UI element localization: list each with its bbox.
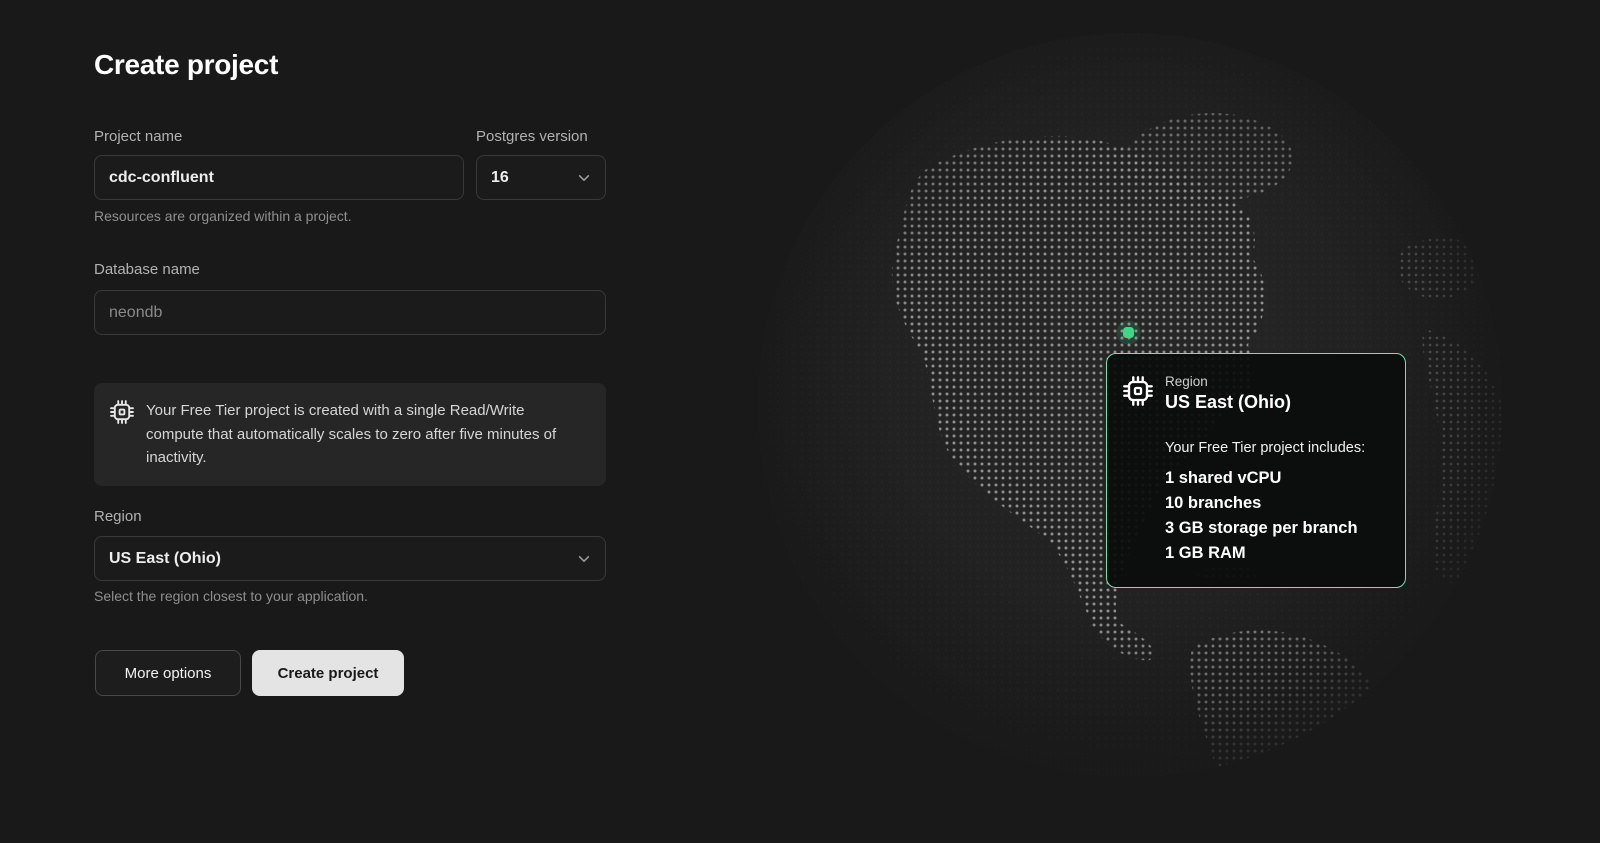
- project-name-input[interactable]: [94, 155, 464, 200]
- list-item: 10 branches: [1165, 491, 1385, 516]
- list-item: 3 GB storage per branch: [1165, 516, 1385, 541]
- region-label: Region: [94, 508, 142, 525]
- more-options-button[interactable]: More options: [95, 650, 241, 696]
- region-tooltip-header: Region US East (Ohio): [1123, 374, 1385, 413]
- postgres-version-label: Postgres version: [476, 128, 588, 145]
- region-select[interactable]: US East (Ohio): [94, 536, 606, 581]
- chevron-down-icon: [577, 171, 591, 185]
- free-tier-includes-list: 1 shared vCPU 10 branches 3 GB storage p…: [1165, 466, 1385, 566]
- project-name-label: Project name: [94, 128, 182, 145]
- create-project-button[interactable]: Create project: [252, 650, 404, 696]
- region-helper: Select the region closest to your applic…: [94, 588, 368, 604]
- region-tooltip-value: US East (Ohio): [1165, 392, 1291, 413]
- list-item: 1 shared vCPU: [1165, 466, 1385, 491]
- create-project-form: Create project Project name Postgres ver…: [94, 0, 606, 843]
- free-tier-infobox: Your Free Tier project is created with a…: [94, 383, 606, 486]
- create-project-page: Region US East (Ohio) Your Free Tier pro…: [0, 0, 1600, 843]
- free-tier-note: Your Free Tier project is created with a…: [146, 399, 586, 470]
- project-name-helper: Resources are organized within a project…: [94, 208, 352, 224]
- cpu-chip-icon: [1123, 376, 1153, 406]
- page-title: Create project: [94, 49, 278, 81]
- list-item: 1 GB RAM: [1165, 541, 1385, 566]
- region-tooltip-card: Region US East (Ohio) Your Free Tier pro…: [1106, 353, 1406, 588]
- free-tier-includes-title: Your Free Tier project includes:: [1165, 440, 1385, 456]
- region-marker-glow: [1117, 321, 1141, 345]
- cpu-chip-icon: [110, 400, 134, 424]
- postgres-version-select[interactable]: 16: [476, 155, 606, 200]
- database-name-input[interactable]: [94, 290, 606, 335]
- postgres-version-value: 16: [491, 169, 509, 187]
- chevron-down-icon: [577, 552, 591, 566]
- region-marker-dot: [1123, 327, 1134, 338]
- database-name-label: Database name: [94, 261, 200, 278]
- region-tooltip-label: Region: [1165, 374, 1291, 389]
- region-value: US East (Ohio): [109, 550, 221, 568]
